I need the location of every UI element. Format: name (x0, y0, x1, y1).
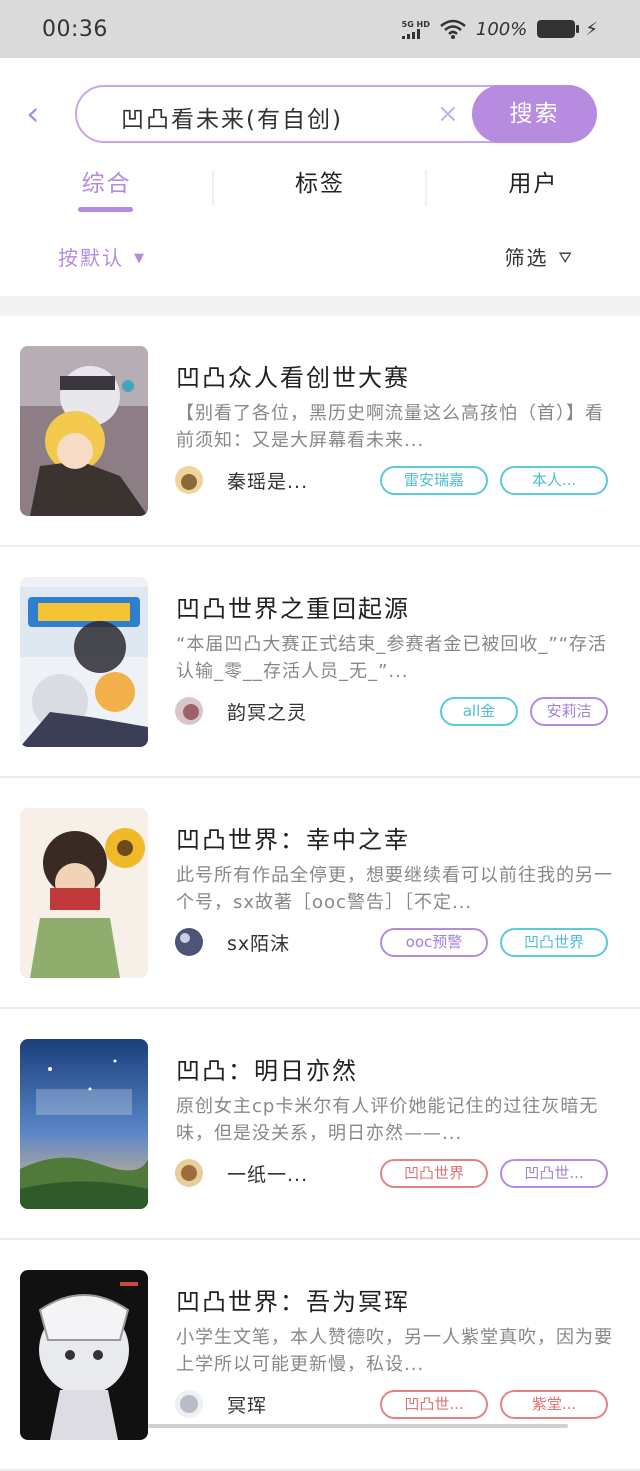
tag-chip[interactable]: 雷安瑞嘉 (380, 466, 488, 495)
author-name[interactable]: 秦瑶是... (227, 467, 308, 494)
result-title[interactable]: 凹凸世界：幸中之幸 (176, 820, 410, 855)
tab-label: 用户 (508, 171, 559, 197)
tab-bar: 综合 标签 用户 (0, 156, 640, 218)
wifi-icon (440, 19, 466, 39)
battery-percent: 100% (475, 18, 528, 40)
signal-icon: 5G HD (401, 19, 430, 39)
status-time: 00:36 (42, 16, 108, 42)
avatar[interactable] (175, 697, 203, 725)
search-header: ‹ 凹凸看未来(有自创) × 搜索 (0, 58, 640, 156)
tag-chip[interactable]: 安莉洁 (530, 697, 608, 726)
tag-list: 凹凸世... 紫堂... (380, 1390, 608, 1419)
result-description: 小学生文笔，本人赞德吹，另一人紫堂真吹，因为要上学所以可能更新慢，私设... (176, 1327, 613, 1375)
tag-chip[interactable]: ooc预警 (380, 928, 488, 957)
tab-tags[interactable]: 标签 (213, 156, 426, 218)
avatar[interactable] (175, 928, 203, 956)
result-card[interactable]: 凹凸众人看创世大赛 【别看了各位，黑历史啊流量这么高孩怕（首）】看前须知：又是大… (0, 316, 640, 547)
tab-label: 标签 (294, 171, 345, 197)
result-description: 原创女主cp卡米尔有人评价她能记住的过往灰暗无味，但是没关系，明日亦然——... (176, 1096, 599, 1144)
book-cover-image[interactable] (20, 808, 148, 978)
result-card[interactable]: 凹凸：明日亦然 原创女主cp卡米尔有人评价她能记住的过往灰暗无味，但是没关系，明… (0, 1009, 640, 1240)
status-icons: 5G HD 100% ⚡ (401, 18, 598, 40)
tab-general[interactable]: 综合 (0, 156, 213, 218)
result-list: 凹凸众人看创世大赛 【别看了各位，黑历史啊流量这么高孩怕（首）】看前须知：又是大… (0, 316, 640, 1471)
tag-list: all金 安莉洁 (440, 697, 608, 726)
tag-chip[interactable]: 凹凸世界 (500, 928, 608, 957)
avatar[interactable] (175, 1159, 203, 1187)
result-description: 【别看了各位，黑历史啊流量这么高孩怕（首）】看前须知：又是大屏幕看未来... (176, 403, 604, 451)
status-bar: 00:36 5G HD 100% ⚡ (0, 0, 640, 58)
author-name[interactable]: 韵冥之灵 (227, 698, 307, 725)
avatar[interactable] (175, 1390, 203, 1418)
sort-label: 按默认 (58, 246, 124, 270)
result-title[interactable]: 凹凸世界：吾为冥珲 (176, 1282, 410, 1317)
tab-indicator (78, 207, 133, 212)
result-description: “本届凹凸大赛正式结束_参赛者金已被回收_”“存活认输_零__存活人员_无_”.… (176, 634, 607, 682)
author-name[interactable]: 一纸一... (227, 1160, 308, 1187)
tab-label: 综合 (81, 171, 132, 197)
author-row[interactable]: 秦瑶是... (175, 466, 308, 494)
tag-chip[interactable]: 本人... (500, 466, 608, 495)
tag-list: 雷安瑞嘉 本人... (380, 466, 608, 495)
tag-list: ooc预警 凹凸世界 (380, 928, 608, 957)
tag-chip[interactable]: 凹凸世... (500, 1159, 608, 1188)
result-card[interactable]: 凹凸世界：幸中之幸 此号所有作品全停更，想要继续看可以前往我的另一个号，sx故著… (0, 778, 640, 1009)
result-title[interactable]: 凹凸众人看创世大赛 (176, 358, 410, 393)
author-row[interactable]: 韵冥之灵 (175, 697, 307, 725)
tag-chip[interactable]: all金 (440, 697, 518, 726)
caret-down-icon: ▼ (134, 251, 146, 266)
search-query[interactable]: 凹凸看未来(有自创) (121, 100, 343, 134)
charging-icon: ⚡ (585, 18, 598, 40)
result-description: 此号所有作品全停更，想要继续看可以前往我的另一个号，sx故著［ooc警告］［不定… (176, 865, 613, 913)
author-name[interactable]: sx陌沫 (227, 929, 290, 956)
book-cover-image[interactable] (20, 577, 148, 747)
scroll-indicator (148, 1424, 568, 1428)
tag-chip[interactable]: 凹凸世... (380, 1390, 488, 1419)
author-row[interactable]: 冥珲 (175, 1390, 267, 1418)
book-cover-image[interactable] (20, 1039, 148, 1209)
search-button[interactable]: 搜索 (472, 85, 597, 143)
book-cover-image[interactable] (20, 1270, 148, 1440)
filter-icon: ⛛ (558, 248, 574, 267)
author-row[interactable]: sx陌沫 (175, 928, 290, 956)
tab-divider (425, 170, 427, 206)
tab-divider (212, 170, 214, 206)
filter-label: 筛选 (504, 246, 549, 270)
tag-list: 凹凸世界 凹凸世... (380, 1159, 608, 1188)
battery-icon (537, 20, 580, 38)
author-name[interactable]: 冥珲 (227, 1391, 267, 1418)
back-icon[interactable]: ‹ (26, 96, 54, 136)
tab-users[interactable]: 用户 (427, 156, 640, 218)
sort-filter-bar: 按默认 ▼ 筛选 ⛛ (0, 230, 640, 286)
result-title[interactable]: 凹凸：明日亦然 (176, 1051, 358, 1086)
result-title[interactable]: 凹凸世界之重回起源 (176, 589, 410, 624)
network-label: 5G HD (401, 19, 430, 29)
author-row[interactable]: 一纸一... (175, 1159, 308, 1187)
filter-button[interactable]: 筛选 ⛛ (505, 242, 574, 271)
book-cover-image[interactable] (20, 346, 148, 516)
tag-chip[interactable]: 凹凸世界 (380, 1159, 488, 1188)
sort-dropdown[interactable]: 按默认 ▼ (58, 242, 146, 271)
avatar[interactable] (175, 466, 203, 494)
tag-chip[interactable]: 紫堂... (500, 1390, 608, 1419)
section-divider (0, 296, 640, 316)
result-card[interactable]: 凹凸世界：吾为冥珲 小学生文笔，本人赞德吹，另一人紫堂真吹，因为要上学所以可能更… (0, 1240, 640, 1471)
clear-icon[interactable]: × (437, 99, 459, 129)
result-card[interactable]: 凹凸世界之重回起源 “本届凹凸大赛正式结束_参赛者金已被回收_”“存活认输_零_… (0, 547, 640, 778)
